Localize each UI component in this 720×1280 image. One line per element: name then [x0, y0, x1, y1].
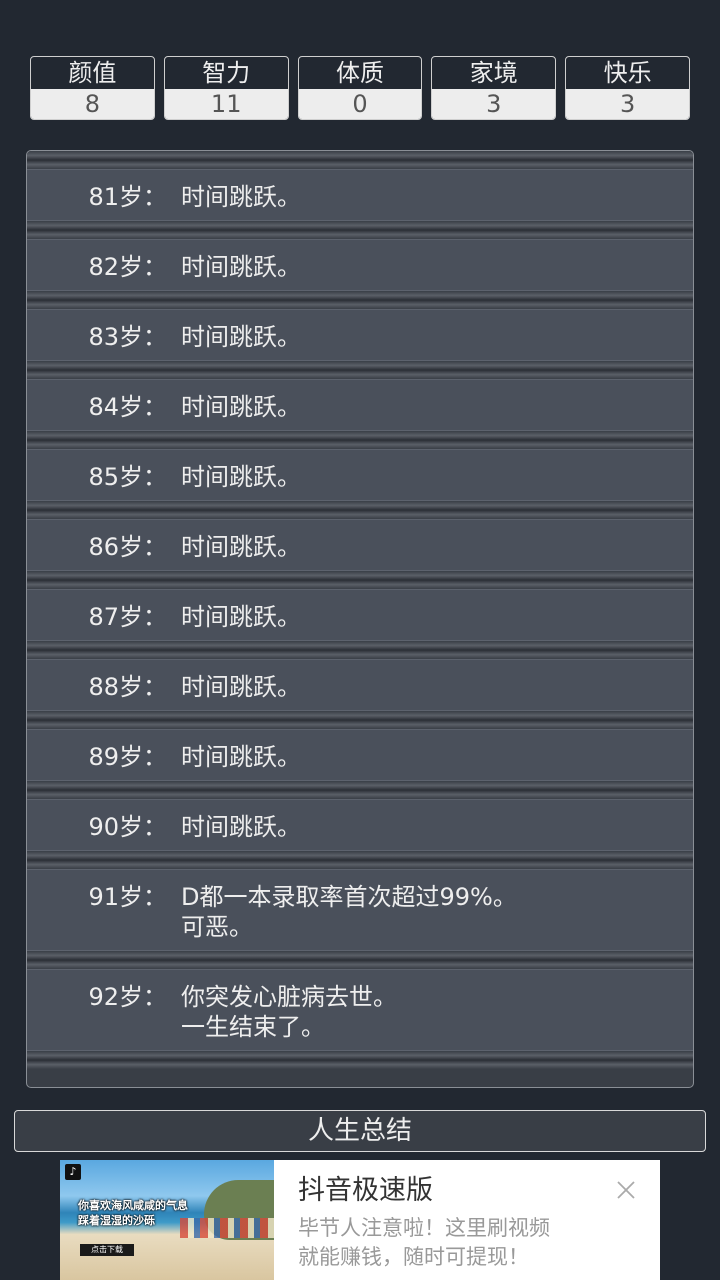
- divider: [27, 951, 693, 969]
- entry-event: D都一本录取率首次超过99%。 可恶。: [181, 883, 517, 941]
- divider: [27, 641, 693, 659]
- stat-label: 体质: [335, 59, 384, 87]
- log-entry: 86岁： 时间跳跃。: [27, 519, 693, 571]
- stat-happiness: 快乐 3: [565, 56, 690, 120]
- entry-age: 85岁：: [88, 463, 167, 491]
- ad-description: 毕节人注意啦！这里刷视频 就能赚钱，随时可提现！: [298, 1216, 550, 1269]
- ad-download-button[interactable]: 点击下载: [80, 1244, 134, 1256]
- entry-age: 88岁：: [88, 673, 167, 701]
- entry-age: 86岁：: [88, 533, 167, 561]
- divider: [27, 361, 693, 379]
- entry-age: 82岁：: [88, 253, 167, 281]
- log-entry: 92岁： 你突发心脏病去世。 一生结束了。: [27, 969, 693, 1051]
- stat-family: 家境 3: [431, 56, 557, 120]
- entry-age: 83岁：: [88, 323, 167, 351]
- divider: [27, 501, 693, 519]
- ad-image-umbrellas: [180, 1218, 274, 1238]
- log-entry: 82岁： 时间跳跃。: [27, 239, 693, 291]
- ad-caption-line: 你喜欢海风咸咸的气息: [78, 1199, 188, 1212]
- attribute-bar: 颜值 8 智力 11 体质 0 家境 3 快乐 3: [30, 56, 690, 120]
- stat-label: 智力: [202, 59, 251, 87]
- entry-event: 时间跳跃。: [181, 673, 301, 701]
- entry-age: 87岁：: [88, 603, 167, 631]
- divider: [27, 571, 693, 589]
- entry-event: 时间跳跃。: [181, 813, 301, 841]
- log-entry: 87岁： 时间跳跃。: [27, 589, 693, 641]
- log-entry: 88岁： 时间跳跃。: [27, 659, 693, 711]
- stat-label: 颜值: [68, 59, 117, 87]
- entry-event: 时间跳跃。: [181, 743, 301, 771]
- close-icon[interactable]: [614, 1178, 638, 1202]
- entry-age: 90岁：: [88, 813, 167, 841]
- entry-event: 你突发心脏病去世。 一生结束了。: [181, 983, 397, 1041]
- tiktok-logo-icon: ♪: [65, 1164, 81, 1180]
- log-entry: 84岁： 时间跳跃。: [27, 379, 693, 431]
- entry-event: 时间跳跃。: [181, 323, 301, 351]
- entry-age: 89岁：: [88, 743, 167, 771]
- stat-value: 3: [432, 89, 556, 119]
- divider: [27, 711, 693, 729]
- entry-event: 时间跳跃。: [181, 253, 301, 281]
- log-entry: 85岁： 时间跳跃。: [27, 449, 693, 501]
- entry-event: 时间跳跃。: [181, 183, 301, 211]
- entry-age: 92岁：: [88, 983, 167, 1011]
- stat-value: 0: [298, 89, 422, 119]
- ad-image[interactable]: ♪ 你喜欢海风咸咸的气息 踩着湿湿的沙砾 点击下载: [60, 1160, 274, 1280]
- ad-banner[interactable]: ♪ 你喜欢海风咸咸的气息 踩着湿湿的沙砾 点击下载 抖音极速版 毕节人注意啦！这…: [60, 1160, 660, 1280]
- life-summary-button[interactable]: 人生总结: [14, 1110, 706, 1152]
- stat-constitution: 体质 0: [297, 56, 423, 120]
- entry-event: 时间跳跃。: [181, 533, 301, 561]
- ad-image-caption: 你喜欢海风咸咸的气息 踩着湿湿的沙砾: [78, 1198, 188, 1228]
- entry-event: 时间跳跃。: [181, 393, 301, 421]
- stat-value: 3: [566, 89, 689, 119]
- entry-age: 81岁：: [88, 183, 167, 211]
- stat-label: 家境: [469, 59, 518, 87]
- entry-age: 91岁：: [88, 883, 167, 911]
- life-event-log[interactable]: 81岁： 时间跳跃。 82岁： 时间跳跃。 83岁： 时间跳跃。 84岁： 时间…: [26, 150, 694, 1088]
- divider: [27, 851, 693, 869]
- stat-appearance: 颜值 8: [30, 56, 155, 120]
- divider: [27, 151, 693, 169]
- divider: [27, 1051, 693, 1069]
- log-entry: 90岁： 时间跳跃。: [27, 799, 693, 851]
- stat-value: 8: [31, 89, 154, 119]
- ad-app-name: 抖音极速版: [298, 1175, 433, 1206]
- divider: [27, 221, 693, 239]
- log-entry: 89岁： 时间跳跃。: [27, 729, 693, 781]
- entry-event: 时间跳跃。: [181, 463, 301, 491]
- divider: [27, 431, 693, 449]
- stat-intelligence: 智力 11: [163, 56, 289, 120]
- divider: [27, 781, 693, 799]
- entry-event: 时间跳跃。: [181, 603, 301, 631]
- log-entry: 91岁： D都一本录取率首次超过99%。 可恶。: [27, 869, 693, 951]
- entry-age: 84岁：: [88, 393, 167, 421]
- ad-caption-line: 踩着湿湿的沙砾: [78, 1214, 155, 1227]
- divider: [27, 291, 693, 309]
- stat-label: 快乐: [603, 59, 652, 87]
- log-entry: 81岁： 时间跳跃。: [27, 169, 693, 221]
- stat-value: 11: [164, 89, 288, 119]
- log-entry: 83岁： 时间跳跃。: [27, 309, 693, 361]
- ad-text[interactable]: 抖音极速版 毕节人注意啦！这里刷视频 就能赚钱，随时可提现！: [274, 1160, 660, 1280]
